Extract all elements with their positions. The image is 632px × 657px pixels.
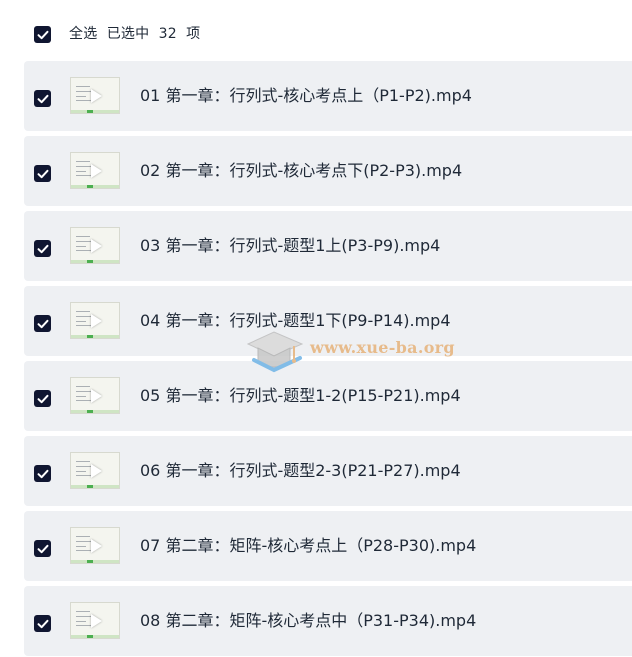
file-checkbox[interactable]: [34, 165, 51, 182]
file-row[interactable]: 03 第一章：行列式-题型1上(P3-P9).mp4: [24, 211, 632, 281]
file-checkbox[interactable]: [34, 390, 51, 407]
file-name[interactable]: 08 第二章：矩阵-核心考点中（P31-P34).mp4: [140, 611, 476, 631]
checkmark-icon: [37, 169, 48, 178]
video-thumbnail[interactable]: [70, 77, 120, 114]
file-row[interactable]: 01 第一章：行列式-核心考点上（P1-P2).mp4: [24, 61, 632, 131]
file-name[interactable]: 05 第一章：行列式-题型1-2(P15-P21).mp4: [140, 386, 461, 406]
file-row[interactable]: 04 第一章：行列式-题型1下(P9-P14).mp4: [24, 286, 632, 356]
file-checkbox[interactable]: [34, 615, 51, 632]
video-thumbnail[interactable]: [70, 302, 120, 339]
play-icon: [91, 314, 102, 328]
checkmark-icon: [37, 319, 48, 328]
play-icon: [91, 89, 102, 103]
file-name[interactable]: 06 第一章：行列式-题型2-3(P21-P27).mp4: [140, 461, 461, 481]
file-checkbox[interactable]: [34, 540, 51, 557]
selection-summary: 全选 已选中 32 项: [69, 24, 200, 44]
checkmark-icon: [37, 94, 48, 103]
selected-text: 已选中: [106, 26, 150, 42]
select-all-label[interactable]: 全选: [69, 26, 97, 42]
file-checkbox[interactable]: [34, 240, 51, 257]
file-name[interactable]: 07 第二章：矩阵-核心考点上（P28-P30).mp4: [140, 536, 476, 556]
checkmark-icon: [37, 30, 48, 39]
file-row[interactable]: 07 第二章：矩阵-核心考点上（P28-P30).mp4: [24, 511, 632, 581]
file-name[interactable]: 04 第一章：行列式-题型1下(P9-P14).mp4: [140, 311, 451, 331]
file-row[interactable]: 06 第一章：行列式-题型2-3(P21-P27).mp4: [24, 436, 632, 506]
video-thumbnail[interactable]: [70, 602, 120, 639]
video-thumbnail[interactable]: [70, 377, 120, 414]
item-unit: 项: [186, 26, 201, 42]
file-checkbox[interactable]: [34, 90, 51, 107]
selected-count: 32: [158, 26, 177, 42]
video-thumbnail[interactable]: [70, 227, 120, 264]
checkmark-icon: [37, 619, 48, 628]
play-icon: [91, 539, 102, 553]
play-icon: [91, 164, 102, 178]
play-icon: [91, 614, 102, 628]
checkmark-icon: [37, 469, 48, 478]
file-name[interactable]: 03 第一章：行列式-题型1上(P3-P9).mp4: [140, 236, 440, 256]
file-row[interactable]: 08 第二章：矩阵-核心考点中（P31-P34).mp4: [24, 586, 632, 656]
checkmark-icon: [37, 244, 48, 253]
play-icon: [91, 239, 102, 253]
selection-header: 全选 已选中 32 项: [0, 0, 632, 66]
file-name[interactable]: 02 第一章：行列式-核心考点下(P2-P3).mp4: [140, 161, 462, 181]
file-row[interactable]: 02 第一章：行列式-核心考点下(P2-P3).mp4: [24, 136, 632, 206]
select-all-checkbox[interactable]: [34, 26, 51, 43]
checkmark-icon: [37, 544, 48, 553]
file-checkbox[interactable]: [34, 315, 51, 332]
file-checkbox[interactable]: [34, 465, 51, 482]
file-name[interactable]: 01 第一章：行列式-核心考点上（P1-P2).mp4: [140, 86, 472, 106]
play-icon: [91, 464, 102, 478]
video-thumbnail[interactable]: [70, 152, 120, 189]
file-row[interactable]: 05 第一章：行列式-题型1-2(P15-P21).mp4: [24, 361, 632, 431]
play-icon: [91, 389, 102, 403]
video-thumbnail[interactable]: [70, 527, 120, 564]
video-thumbnail[interactable]: [70, 452, 120, 489]
checkmark-icon: [37, 394, 48, 403]
